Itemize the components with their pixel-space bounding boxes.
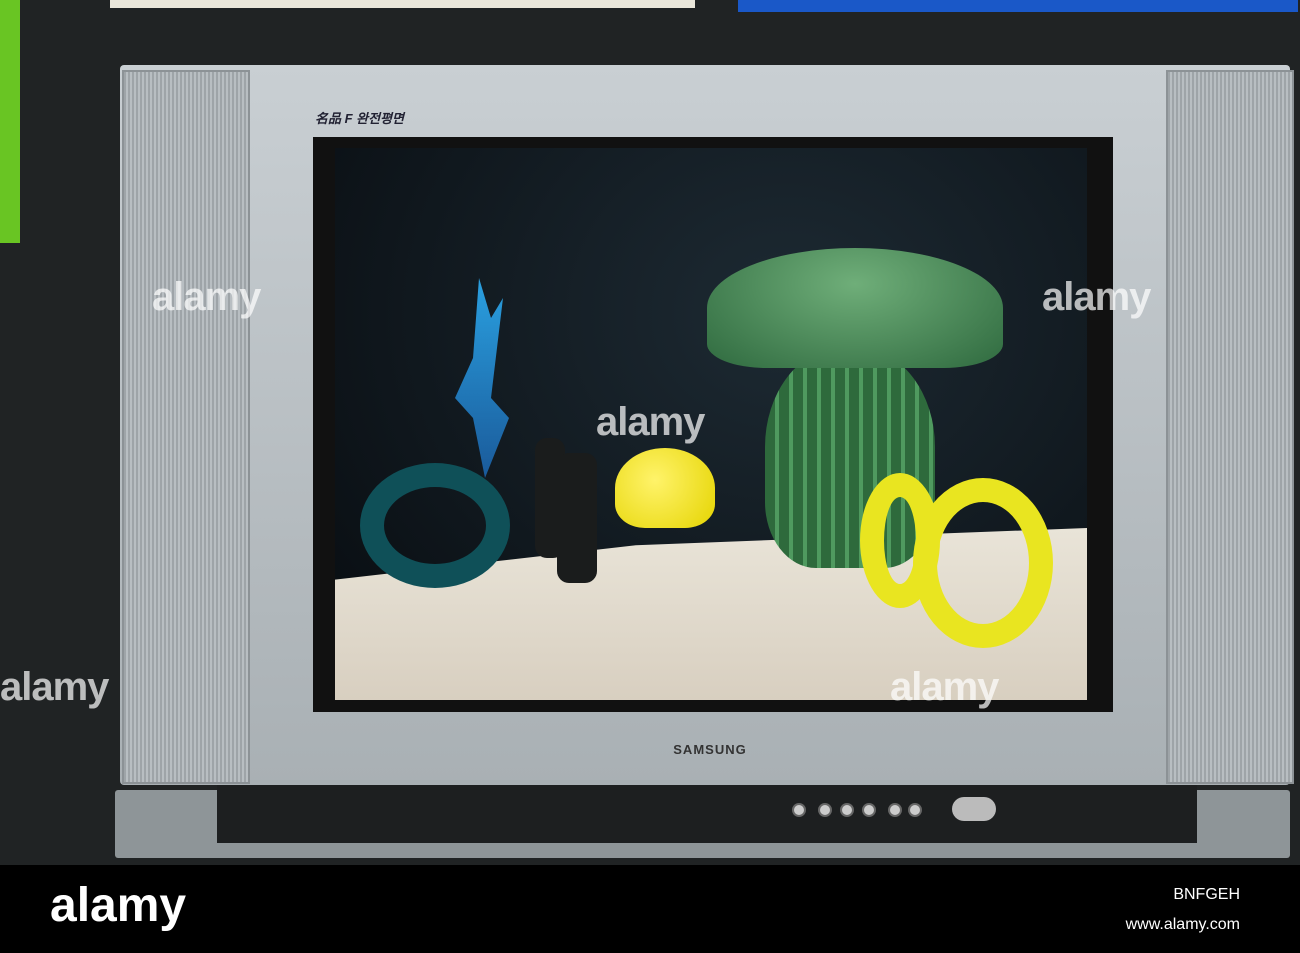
- left-speaker: [122, 70, 250, 784]
- brand-label: SAMSUNG: [673, 742, 747, 757]
- watermark: alamy: [1042, 275, 1151, 319]
- footer-url: www.alamy.com: [1125, 916, 1240, 933]
- green-mushroom-cap: [707, 248, 1003, 368]
- blue-plant: [455, 278, 509, 478]
- teal-ring-ornament: [360, 463, 510, 588]
- watermark: alamy: [152, 275, 261, 319]
- footer-logo: alamy: [50, 879, 187, 932]
- tv-button[interactable]: [818, 803, 832, 817]
- image-id: BNFGEH: [1173, 886, 1240, 903]
- tv-button[interactable]: [792, 803, 806, 817]
- tv-button[interactable]: [840, 803, 854, 817]
- yellow-ring: [913, 478, 1053, 648]
- tv-button[interactable]: [888, 803, 902, 817]
- tv-button[interactable]: [862, 803, 876, 817]
- power-button[interactable]: [952, 797, 996, 821]
- aquarium-tank: [335, 148, 1087, 700]
- watermark: alamy: [0, 665, 109, 709]
- yellow-mushroom: [615, 448, 715, 528]
- black-pipe: [557, 453, 597, 583]
- sign-white: [110, 0, 695, 8]
- tv-control-bar: [217, 785, 1197, 843]
- watermark: alamy: [890, 665, 999, 709]
- footer-bar: [0, 865, 1300, 953]
- panel-logo: 名品 F 완전평면: [315, 111, 405, 126]
- watermark: alamy: [596, 400, 705, 444]
- right-speaker: [1166, 70, 1294, 784]
- sign-green: [0, 0, 20, 243]
- sign-blue: [738, 0, 1298, 12]
- tv-button[interactable]: [908, 803, 922, 817]
